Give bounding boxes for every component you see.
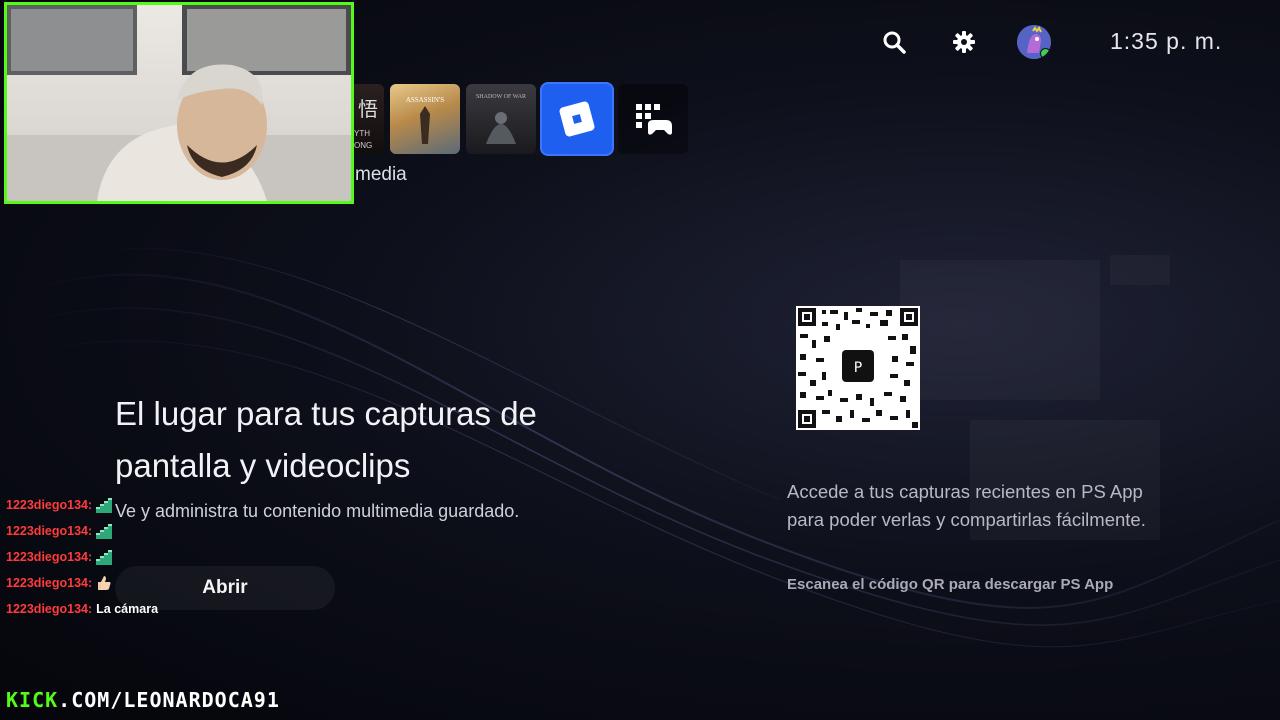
chat-message: 1223diego134: — [6, 518, 158, 544]
stream-watermark: KICK.COM/LEONARDOCA91 — [6, 688, 280, 712]
chat-message: 1223diego134: — [6, 570, 158, 596]
gear-icon[interactable] — [946, 24, 982, 60]
svg-text:YTH: YTH — [354, 129, 370, 138]
kick-logo-text: KICK — [6, 688, 59, 712]
qr-hint: Escanea el código QR para descargar PS A… — [787, 576, 1114, 593]
chat-message: 1223diego134: — [6, 492, 158, 518]
stairs-emote-icon — [96, 524, 113, 539]
game-library-tile[interactable] — [618, 84, 688, 154]
focused-tile-label: media — [355, 164, 407, 185]
section-title: El lugar para tus capturas de pantalla y… — [115, 395, 537, 484]
stairs-emote-icon — [96, 498, 113, 513]
online-status-dot — [1040, 48, 1051, 59]
search-icon[interactable] — [876, 24, 912, 60]
channel-url-text: .COM/LEONARDOCA91 — [58, 688, 280, 712]
svg-text:SHADOW OF WAR: SHADOW OF WAR — [476, 94, 526, 100]
roblox-tile[interactable] — [542, 84, 612, 154]
section-subtitle: Ve y administra tu contenido multimedia … — [115, 501, 520, 521]
webcam-overlay — [4, 2, 354, 204]
library-icon — [636, 104, 672, 135]
chat-username: 1223diego134: — [6, 498, 93, 512]
stairs-emote-icon — [96, 550, 113, 565]
shadow-of-war-tile[interactable]: SHADOW OF WAR — [466, 84, 536, 154]
chat-username: 1223diego134: — [6, 576, 93, 590]
chat-message: 1223diego134: La cámara — [6, 596, 158, 622]
stream-chat: 1223diego134: 1223diego134: 1223diego134… — [6, 492, 158, 622]
chat-username: 1223diego134: — [6, 524, 93, 538]
qr-description: Accede a tus capturas recientes en PS Ap… — [787, 481, 1146, 530]
assassins-creed-origins-tile[interactable]: ASSASSIN'S — [390, 84, 460, 154]
chat-message: 1223diego134: — [6, 544, 158, 570]
playstation-logo-icon: P — [854, 360, 862, 376]
chat-text: La cámara — [96, 602, 159, 616]
chat-username: 1223diego134: — [6, 602, 93, 616]
chat-username: 1223diego134: — [6, 550, 93, 564]
thumbs-up-emote-icon — [98, 576, 111, 590]
qr-code: P — [796, 306, 920, 430]
clock: 1:35 p. m. — [1110, 28, 1223, 54]
svg-text:悟: 悟 — [358, 97, 378, 121]
svg-text:ONG: ONG — [354, 141, 372, 150]
avatar[interactable] — [1017, 25, 1051, 59]
svg-text:ASSASSIN'S: ASSASSIN'S — [406, 96, 444, 104]
